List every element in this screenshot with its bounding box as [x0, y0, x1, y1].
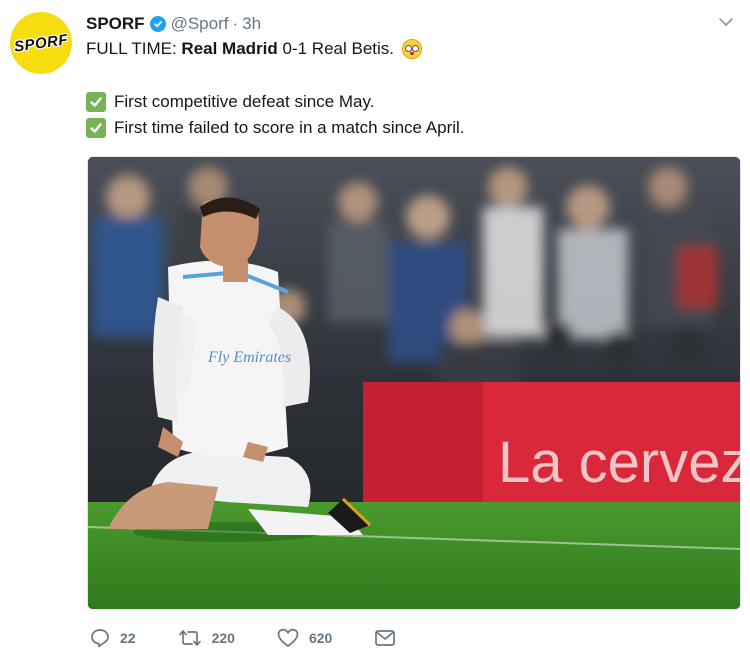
tweet-photo[interactable]: La cervez Fly Emirates — [87, 156, 741, 610]
check-mark-icon — [86, 92, 106, 112]
like-count: 620 — [308, 630, 333, 646]
tweet-actions: 22 220 620 — [90, 626, 448, 650]
full-time-label: FULL TIME: — [86, 39, 177, 58]
heart-icon — [277, 628, 299, 647]
chevron-down-icon[interactable] — [718, 16, 734, 28]
stadium-banner-text: La cervez — [498, 430, 740, 495]
check-mark-icon — [86, 118, 106, 138]
verified-badge-icon — [149, 16, 166, 32]
flushed-face-emoji-icon — [402, 39, 423, 59]
score-text: 0-1 Real Betis. — [282, 39, 395, 58]
retweet-count: 220 — [211, 630, 235, 646]
account-name[interactable]: SPORF — [86, 14, 145, 34]
kit-sponsor-text: Fly Emirates — [207, 349, 291, 366]
separator-dot: · — [232, 14, 239, 33]
fact-text: First competitive defeat since May. — [114, 92, 375, 111]
tweet-timestamp[interactable]: 3h — [242, 14, 261, 34]
avatar[interactable]: SPORF — [10, 12, 72, 74]
retweet-icon — [178, 630, 201, 646]
fact-line: First time failed to score in a match si… — [86, 117, 465, 139]
home-team: Real Madrid — [181, 39, 278, 58]
reply-icon — [91, 629, 109, 648]
like-button[interactable]: 620 — [277, 628, 332, 648]
fact-line: First competitive defeat since May. — [86, 91, 374, 113]
fact-text: First time failed to score in a match si… — [114, 118, 465, 137]
tweet-header: SPORF @Sporf · 3h — [86, 13, 261, 35]
direct-message-button[interactable] — [374, 629, 406, 647]
reply-button[interactable]: 22 — [90, 628, 136, 648]
envelope-icon — [375, 630, 396, 646]
avatar-logo-text: SPORF — [12, 30, 70, 56]
reply-count: 22 — [120, 630, 136, 646]
tweet-headline: FULL TIME: Real Madrid 0-1 Real Betis. — [86, 38, 423, 60]
retweet-button[interactable]: 220 — [178, 628, 235, 648]
account-handle[interactable]: @Sporf — [171, 14, 229, 34]
